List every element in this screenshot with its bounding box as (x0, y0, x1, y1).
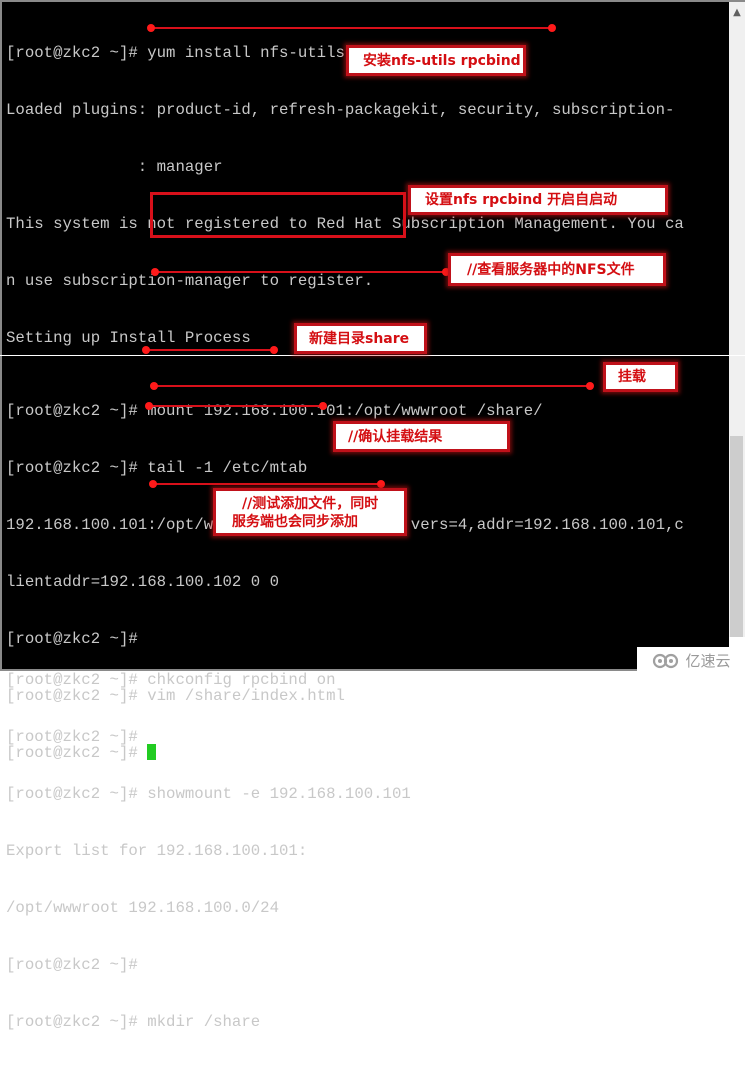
annotation-text: 挂载 (618, 369, 646, 385)
annotation-text: //查看服务器中的NFS文件 (467, 261, 635, 278)
scroll-up-arrow-icon[interactable]: ▲ (729, 6, 745, 20)
annotation-text: 新建目录share (309, 330, 410, 347)
scrollbar-thumb[interactable] (730, 436, 743, 637)
terminal-line: : manager (6, 158, 223, 176)
annotation-mkdir: 新建目录share (294, 323, 427, 354)
underline-vim (153, 483, 381, 485)
underline-mount (154, 385, 590, 387)
annotation-text: 服务端也会同步添加 (232, 514, 358, 530)
scrollbar-track[interactable] (729, 356, 745, 637)
terminal-line: Export list for 192.168.100.101: (6, 842, 308, 860)
underline-install (151, 27, 552, 29)
underline-dot (150, 382, 158, 390)
terminal-line: [root@zkc2 ~]# mkdir /share (6, 1013, 261, 1031)
highlight-box-chkconfig (150, 192, 406, 238)
terminal-line: [root@zkc2 ~]# vim /share/index.html (6, 687, 345, 705)
text-cursor (147, 744, 157, 760)
terminal-line: [root@zkc2 ~]# mount 192.168.100.101:/op… (6, 402, 543, 420)
annotation-confirm: //确认挂载结果 (333, 421, 510, 452)
underline-dot (548, 24, 556, 32)
terminal-line: [root@zkc2 ~]# (6, 630, 138, 648)
underline-dot (377, 480, 385, 488)
watermark-text: 亿速云 (685, 651, 731, 670)
underline-dot (149, 480, 157, 488)
annotation-install: 安装nfs-utils rpcbind (346, 45, 526, 76)
underline-tail (149, 405, 323, 407)
terminal-line: [root@zkc2 ~]# tail -1 /etc/mtab (6, 459, 308, 477)
underline-dot (151, 268, 159, 276)
underline-dot (147, 24, 155, 32)
terminal-line-current[interactable]: [root@zkc2 ~]# (6, 744, 684, 763)
terminal-line: Loaded plugins: product-id, refresh-pack… (6, 101, 675, 119)
annotation-showmount: //查看服务器中的NFS文件 (448, 253, 666, 286)
annotation-text: //测试添加文件，同时 (242, 496, 379, 512)
annotation-mount: 挂载 (603, 362, 678, 392)
terminal-line: [root@zkc2 ~]# yum install nfs-utils rpc… (6, 44, 449, 62)
terminal-prompt: [root@zkc2 ~]# (6, 744, 148, 762)
annotation-text: 设置nfs rpcbind 开启自启动 (425, 192, 618, 208)
annotation-test: //测试添加文件，同时 服务端也会同步添加 (213, 488, 407, 536)
underline-mkdir (146, 349, 274, 351)
underline-dot (270, 346, 278, 354)
terminal-line: lientaddr=192.168.100.102 0 0 (6, 573, 280, 591)
underline-showmount (155, 271, 446, 273)
cloud-logo-icon (653, 653, 679, 669)
terminal-window: [root@zkc2 ~]# yum install nfs-utils rpc… (0, 0, 745, 1031)
underline-dot (586, 382, 594, 390)
underline-dot (319, 402, 327, 410)
underline-dot (142, 346, 150, 354)
terminal-line: [root@zkc2 ~]# (6, 956, 138, 974)
underline-dot (145, 402, 153, 410)
annotation-text: //确认挂载结果 (348, 428, 443, 445)
annotation-text: 安装nfs-utils rpcbind (363, 52, 521, 69)
scrollbar-top[interactable]: ▲ (729, 0, 745, 355)
terminal-line: /opt/wwwroot 192.168.100.0/24 (6, 899, 280, 917)
watermark: 亿速云 (637, 647, 745, 673)
annotation-autostart: 设置nfs rpcbind 开启自启动 (408, 185, 668, 215)
